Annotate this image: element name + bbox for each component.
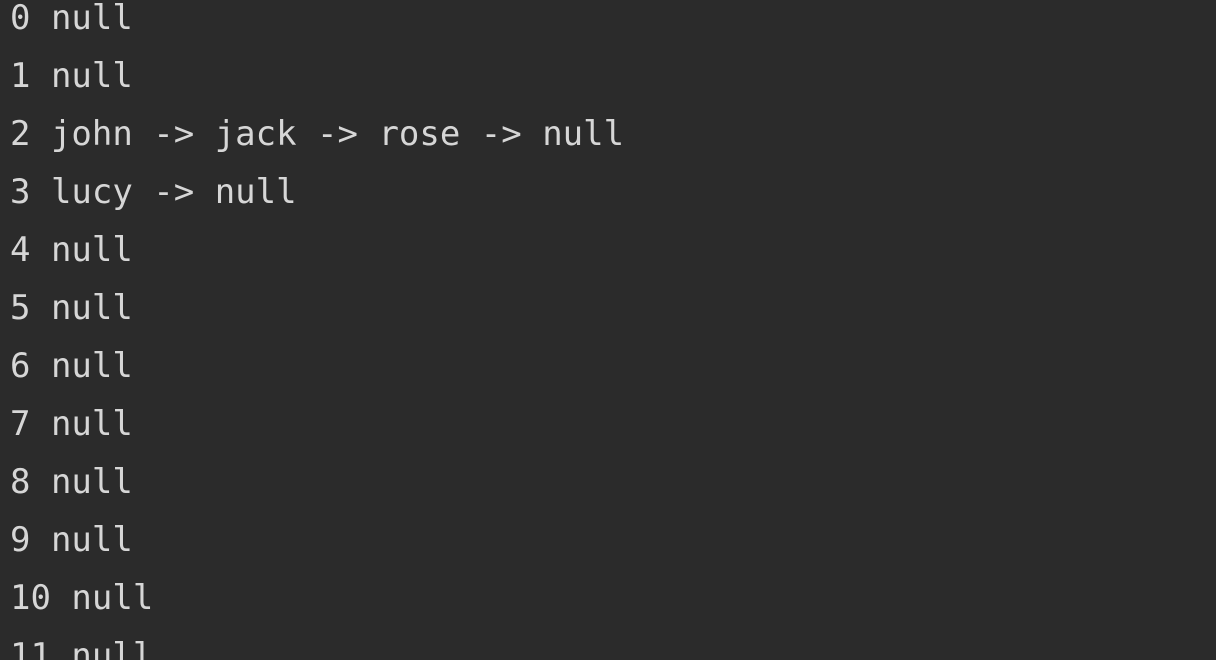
console-output[interactable]: 0 null 1 null 2 john -> jack -> rose -> … [0, 0, 1216, 660]
console-line: 0 null [10, 0, 133, 38]
console-line: 7 null [10, 404, 133, 444]
console-line: 2 john -> jack -> rose -> null [10, 114, 625, 154]
console-line: 4 null [10, 230, 133, 270]
console-line: 3 lucy -> null [10, 172, 297, 212]
console-line: 10 null [10, 578, 154, 618]
console-line: 11 null [10, 636, 154, 660]
console-line: 5 null [10, 288, 133, 328]
console-line: 1 null [10, 56, 133, 96]
console-line: 9 null [10, 520, 133, 560]
console-line: 8 null [10, 462, 133, 502]
console-line: 6 null [10, 346, 133, 386]
